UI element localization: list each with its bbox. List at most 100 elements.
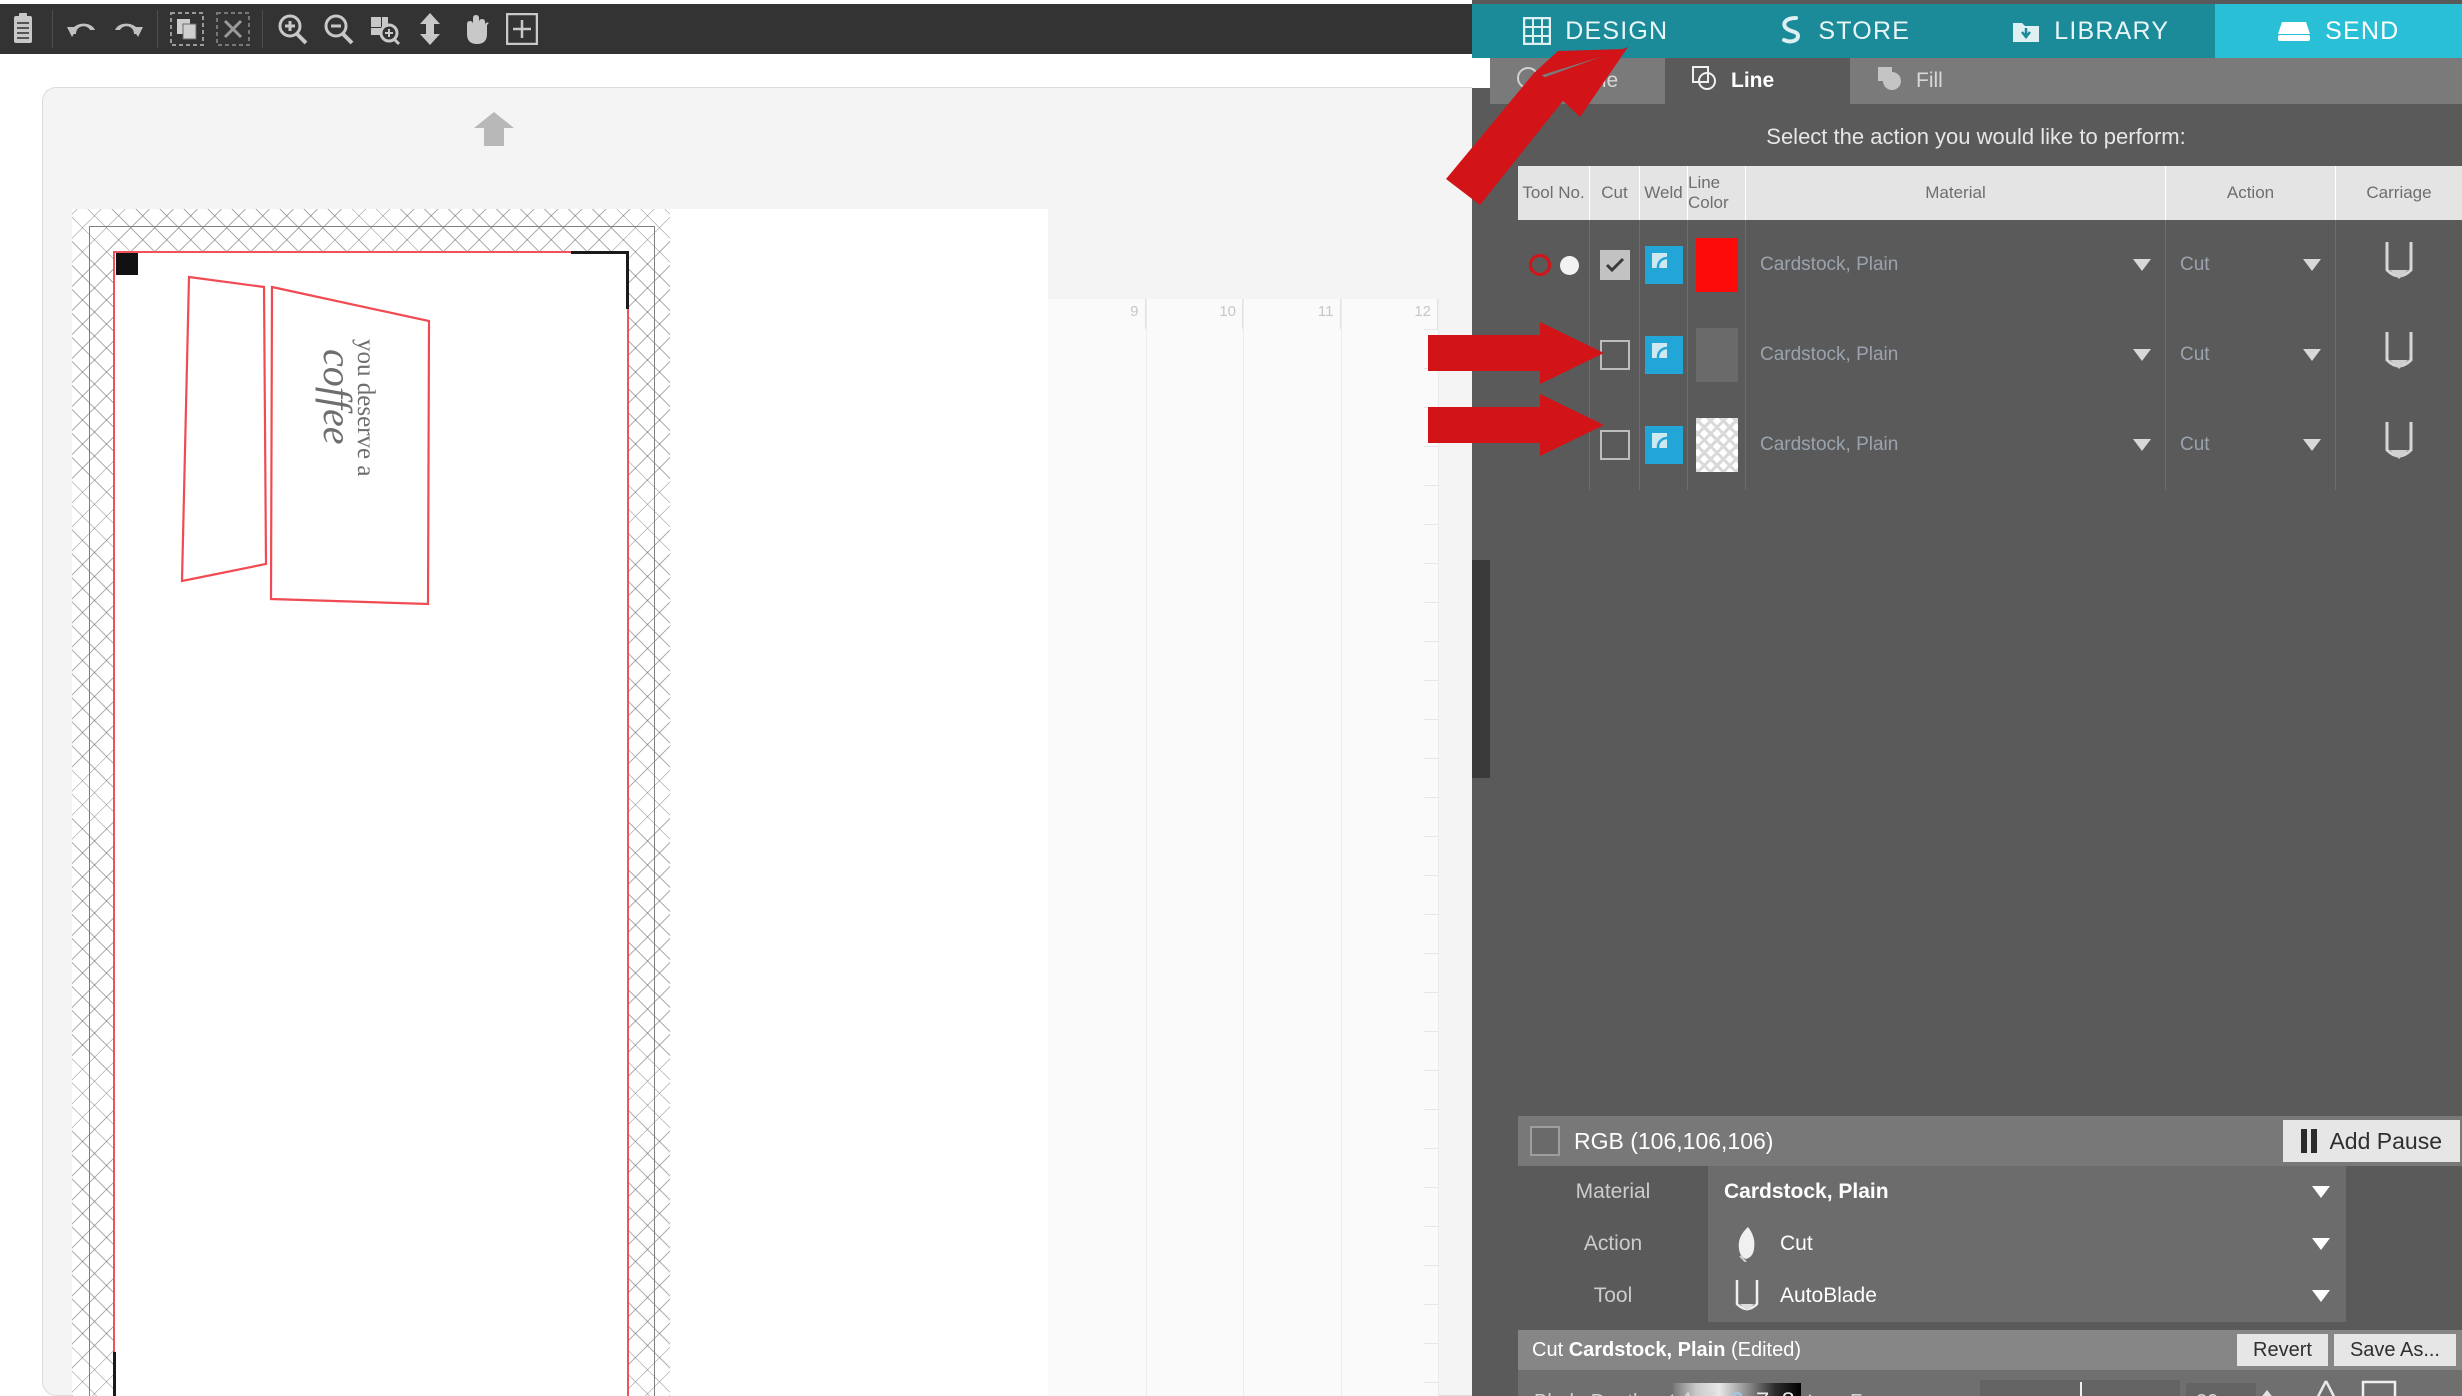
action-value: Cut: [2180, 344, 2210, 365]
line-color-swatch[interactable]: [1695, 238, 1738, 292]
blade-depth-opt-8[interactable]: 8: [1781, 1388, 1794, 1396]
cell-action[interactable]: Cut: [2166, 220, 2336, 310]
nav-store[interactable]: STORE: [1720, 4, 1968, 58]
line-color-swatch-transparent[interactable]: [1695, 418, 1738, 472]
double-cut-icon[interactable]: [2300, 1378, 2352, 1396]
cell-weld[interactable]: [1640, 310, 1688, 400]
material-dropdown[interactable]: Cardstock, Plain: [1746, 400, 2165, 490]
nav-store-label: STORE: [1818, 16, 1911, 45]
ruler-tick: 10: [1146, 299, 1243, 329]
cell-action[interactable]: Cut: [2166, 310, 2336, 400]
tab-line[interactable]: Line: [1665, 58, 1850, 104]
cell-weld[interactable]: [1640, 220, 1688, 310]
nav-design[interactable]: DESIGN: [1472, 4, 1720, 58]
cell-cut-checkbox[interactable]: [1590, 310, 1640, 400]
weld-icon[interactable]: [1644, 336, 1683, 374]
rgb-swatch[interactable]: [1530, 1126, 1560, 1156]
cell-line-color[interactable]: [1688, 220, 1746, 310]
toolbar-divider: [262, 10, 263, 48]
material-dropdown[interactable]: Cardstock, Plain: [1746, 310, 2165, 400]
material-label: Material: [1575, 1180, 1651, 1203]
grid-tick: [1424, 1382, 1438, 1383]
cell-line-color[interactable]: [1688, 310, 1746, 400]
grid-tick: [1424, 485, 1438, 486]
cutter-icon: [2277, 18, 2311, 44]
cell-line-color[interactable]: [1688, 400, 1746, 490]
cell-carriage[interactable]: [2336, 220, 2462, 310]
design-canvas[interactable]: you deserve a coffee 9 10 11 12: [0, 54, 1472, 1396]
cell-carriage[interactable]: [2336, 310, 2462, 400]
edited-text: Cut Cardstock, Plain (Edited): [1532, 1339, 1801, 1362]
blade-depth-opt-6-selected[interactable]: 6: [1730, 1388, 1743, 1396]
zoom-in-icon[interactable]: [269, 6, 315, 52]
action-dropdown[interactable]: Cut: [2166, 220, 2335, 310]
nav-send[interactable]: SEND: [2214, 4, 2462, 58]
save-as-button[interactable]: Save As...: [2333, 1334, 2456, 1366]
grid-line: [1145, 299, 1147, 1396]
blade-depth-opt-7[interactable]: 7: [1756, 1388, 1769, 1396]
weld-icon[interactable]: [1644, 246, 1683, 284]
cell-tool-no: [1518, 400, 1590, 490]
cell-carriage[interactable]: [2336, 400, 2462, 490]
material-dropdown[interactable]: Cardstock, Plain: [1746, 220, 2165, 310]
blade-depth-picker[interactable]: 4 5 6 7 8: [1673, 1383, 1801, 1396]
design-shapes[interactable]: you deserve a coffee: [72, 209, 670, 1396]
table-row[interactable]: Cardstock, Plain Cut: [1518, 220, 2462, 310]
ruler-tick-label: 9: [1130, 303, 1139, 320]
clipboard-icon[interactable]: [0, 6, 46, 52]
material-select[interactable]: Cardstock, Plain: [1708, 1166, 2346, 1218]
tab-fill-label: Fill: [1916, 69, 1943, 92]
undo-icon[interactable]: [59, 6, 105, 52]
cell-material[interactable]: Cardstock, Plain: [1746, 400, 2166, 490]
header-carriage: Carriage: [2366, 183, 2432, 202]
grid-tick: [1424, 407, 1438, 408]
pan-hand-icon[interactable]: [453, 6, 499, 52]
cut-checkbox-unchecked[interactable]: [1599, 430, 1630, 460]
cell-action[interactable]: Cut: [2166, 400, 2336, 490]
edited-prefix: Cut: [1532, 1338, 1569, 1361]
delete-selection-icon[interactable]: [210, 6, 256, 52]
zoom-selection-icon[interactable]: [361, 6, 407, 52]
grid-tick: [1424, 1031, 1438, 1032]
blade-depth-opt-4[interactable]: 4: [1679, 1388, 1692, 1396]
tool-select[interactable]: AutoBlade: [1708, 1270, 2346, 1322]
zoom-out-icon[interactable]: [315, 6, 361, 52]
line-segment-icon[interactable]: [2360, 1379, 2398, 1396]
force-slider[interactable]: [1980, 1380, 2180, 1396]
action-dropdown[interactable]: Cut: [2166, 400, 2335, 490]
redo-icon[interactable]: [105, 6, 151, 52]
revert-button[interactable]: Revert: [2237, 1334, 2328, 1366]
fit-page-icon[interactable]: [499, 6, 545, 52]
tab-simple[interactable]: Simple: [1490, 58, 1665, 104]
cell-cut-checkbox[interactable]: [1590, 400, 1640, 490]
line-color-swatch[interactable]: [1695, 328, 1738, 382]
weld-icon[interactable]: [1644, 426, 1683, 464]
nav-send-label: SEND: [2325, 16, 2400, 45]
action-dropdown[interactable]: Cut: [2166, 310, 2335, 400]
blade-holder-icon: [2381, 330, 2417, 381]
blade-depth-opt-5[interactable]: 5: [1705, 1388, 1718, 1396]
cell-weld[interactable]: [1640, 400, 1688, 490]
cell-material[interactable]: Cardstock, Plain: [1746, 310, 2166, 400]
cut-checkbox-unchecked[interactable]: [1599, 340, 1630, 370]
force-value[interactable]: 20: [2186, 1383, 2256, 1396]
duplicate-icon[interactable]: [164, 6, 210, 52]
edited-suffix: (Edited): [1725, 1338, 1801, 1361]
cell-cut-checkbox[interactable]: [1590, 220, 1640, 310]
table-row[interactable]: Cardstock, Plain Cut: [1518, 310, 2462, 400]
tab-fill[interactable]: Fill: [1850, 58, 2462, 104]
ruler-tick: 9: [1048, 299, 1146, 329]
nav-library[interactable]: LIBRARY: [1967, 4, 2215, 58]
panel-scrollbar[interactable]: [1472, 560, 1490, 778]
cut-checkbox-checked[interactable]: [1599, 250, 1630, 280]
grid-tick: [1424, 1343, 1438, 1344]
fit-height-icon[interactable]: [407, 6, 453, 52]
material-row: Material Cardstock, Plain: [1518, 1166, 2462, 1218]
action-select[interactable]: Cut: [1708, 1218, 2346, 1270]
chevron-down-icon: [2312, 1238, 2330, 1250]
table-row[interactable]: Cardstock, Plain Cut: [1518, 400, 2462, 490]
force-stepper[interactable]: [2256, 1383, 2278, 1396]
tool-selected-value: AutoBlade: [1780, 1284, 1877, 1307]
add-pause-button[interactable]: Add Pause: [2283, 1120, 2460, 1162]
cell-material[interactable]: Cardstock, Plain: [1746, 220, 2166, 310]
